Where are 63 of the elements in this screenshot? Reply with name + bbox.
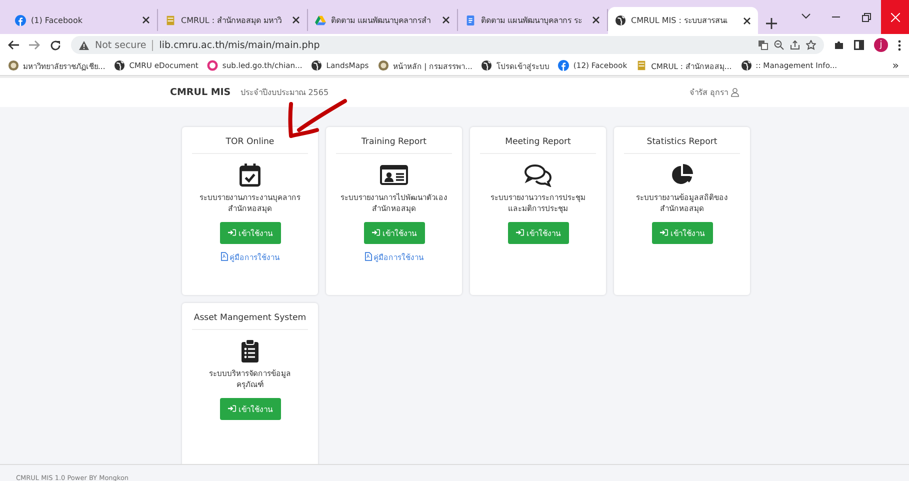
globe-icon xyxy=(311,60,322,71)
browser-tab[interactable]: (1) Facebook xyxy=(8,9,158,31)
book-icon xyxy=(636,60,648,71)
close-icon[interactable] xyxy=(142,16,150,24)
back-arrow-icon[interactable] xyxy=(8,40,19,50)
warning-icon xyxy=(79,40,89,50)
reload-icon[interactable] xyxy=(50,40,61,50)
profile-avatar[interactable]: j xyxy=(874,38,888,52)
zoom-icon[interactable] xyxy=(774,40,784,50)
id-card-icon xyxy=(380,163,408,187)
close-icon[interactable] xyxy=(292,16,300,24)
seal-icon xyxy=(378,60,389,71)
sign-in-icon xyxy=(372,229,380,236)
more-bookmarks[interactable]: » xyxy=(892,59,899,72)
user-name[interactable]: จำรัส อุกรา xyxy=(689,86,728,99)
sign-in-icon xyxy=(516,229,524,236)
card-title: Statistics Report xyxy=(624,127,740,154)
pdf-file-icon xyxy=(364,252,372,262)
pie-chart-icon xyxy=(671,163,693,187)
card-title: Meeting Report xyxy=(480,127,596,154)
sign-in-icon xyxy=(228,405,236,412)
card-title: TOR Online xyxy=(192,127,308,154)
drive-icon xyxy=(315,14,326,26)
browser-tab[interactable]: CMRUL MIS : ระบบสารสนเ xyxy=(608,7,758,34)
facebook-icon xyxy=(15,14,26,26)
menu-icon[interactable] xyxy=(898,40,901,50)
globe-icon xyxy=(740,60,752,71)
puzzle-icon[interactable] xyxy=(834,40,844,50)
pdf-file-icon xyxy=(220,252,228,262)
browser-tab[interactable]: CMRUL : สำนักหอสมุด มหาวิ xyxy=(158,9,308,31)
globe-icon xyxy=(481,60,492,71)
document-icon xyxy=(465,14,476,26)
forward-arrow-icon[interactable] xyxy=(29,40,40,50)
browser-tab[interactable]: ติดตาม แผนพัฒนาบุคลากรสำ xyxy=(308,9,458,31)
new-tab-icon[interactable] xyxy=(766,18,777,29)
close-icon[interactable] xyxy=(592,16,600,24)
ring-icon xyxy=(207,60,218,71)
card-title: Asset Mangement System xyxy=(192,303,308,330)
seal-icon xyxy=(8,60,19,71)
brand-name[interactable]: CMRUL MIS xyxy=(170,87,231,98)
book-icon xyxy=(165,14,176,26)
sign-in-icon xyxy=(660,229,668,236)
star-icon[interactable] xyxy=(806,40,816,50)
sign-in-icon xyxy=(228,229,236,236)
side-panel-icon[interactable] xyxy=(854,40,864,50)
close-icon[interactable] xyxy=(442,16,450,24)
close-icon xyxy=(890,12,900,22)
chat-bubbles-icon xyxy=(524,163,552,187)
url-text: lib.cmru.ac.th/mis/main/main.php xyxy=(152,40,320,50)
globe-icon xyxy=(615,15,626,26)
fiscal-year-text: ประจำปีงบประมาณ 2565 xyxy=(240,87,329,99)
close-icon[interactable] xyxy=(743,16,751,24)
share-icon[interactable] xyxy=(790,40,800,50)
card-title: Training Report xyxy=(336,127,452,154)
calendar-check-icon xyxy=(239,163,261,187)
facebook-icon xyxy=(558,60,570,71)
globe-icon xyxy=(114,60,126,71)
address-bar[interactable]: Not secure lib.cmru.ac.th/mis/main/main.php xyxy=(71,36,824,54)
translate-icon[interactable] xyxy=(758,40,768,50)
close-window-button[interactable] xyxy=(881,0,909,34)
user-icon[interactable] xyxy=(731,88,739,97)
clipboard-list-icon xyxy=(241,339,259,363)
security-label: Not secure xyxy=(95,40,146,50)
